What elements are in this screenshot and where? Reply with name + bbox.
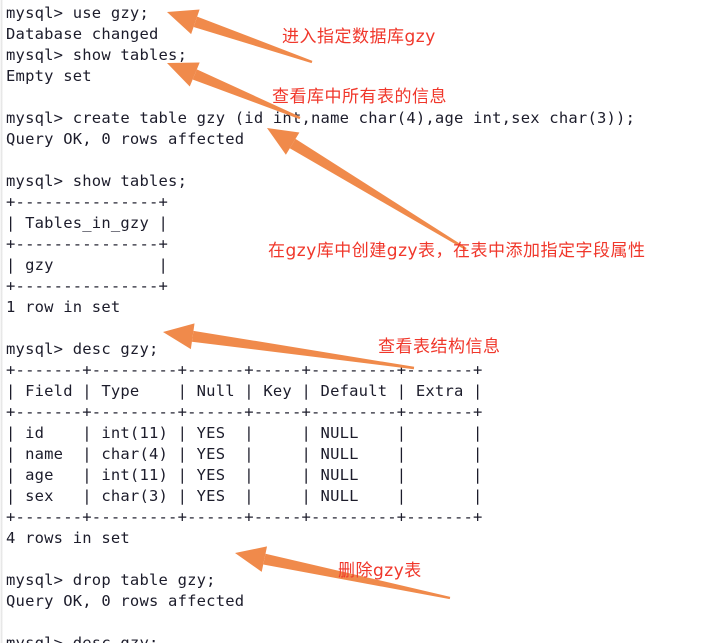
terminal-line: Database changed — [6, 25, 159, 43]
terminal-line: mysql> desc gzy; — [6, 340, 159, 358]
terminal-line: +-------+---------+------+-----+--------… — [6, 403, 483, 421]
terminal-line: | id | int(11) | YES | | NULL | | — [6, 424, 483, 442]
terminal-line: +---------------+ — [6, 235, 169, 253]
terminal-line: 1 row in set — [6, 298, 121, 316]
terminal-line: mysql> drop table gzy; — [6, 571, 216, 589]
terminal-line: Empty set — [6, 67, 92, 85]
terminal-line: | Tables_in_gzy | — [6, 214, 169, 232]
terminal-line: +-------+---------+------+-----+--------… — [6, 508, 483, 526]
window-left-edge — [0, 0, 3, 643]
terminal-line: Query OK, 0 rows affected — [6, 592, 245, 610]
terminal-line: mysql> show tables; — [6, 46, 188, 64]
terminal-line: mysql> create table gzy (id int,name cha… — [6, 109, 636, 127]
terminal-line: | sex | char(3) | YES | | NULL | | — [6, 487, 483, 505]
terminal-line: +-------+---------+------+-----+--------… — [6, 361, 483, 379]
terminal-screenshot: mysql> use gzy; Database changed mysql> sh… — [0, 0, 723, 643]
terminal-line: mysql> show tables; — [6, 172, 188, 190]
terminal-line: +---------------+ — [6, 193, 169, 211]
terminal-line: mysql> desc gzy; — [6, 634, 159, 643]
terminal-line: mysql> use gzy; — [6, 4, 149, 22]
terminal-line: Query OK, 0 rows affected — [6, 130, 245, 148]
terminal-line: 4 rows in set — [6, 529, 130, 547]
terminal-line: | age | int(11) | YES | | NULL | | — [6, 466, 483, 484]
terminal-line: | name | char(4) | YES | | NULL | | — [6, 445, 483, 463]
terminal-line: +---------------+ — [6, 277, 169, 295]
terminal-line: | gzy | — [6, 256, 169, 274]
terminal-output[interactable]: mysql> use gzy; Database changed mysql> sh… — [6, 3, 718, 643]
terminal-line: | Field | Type | Null | Key | Default | … — [6, 382, 483, 400]
